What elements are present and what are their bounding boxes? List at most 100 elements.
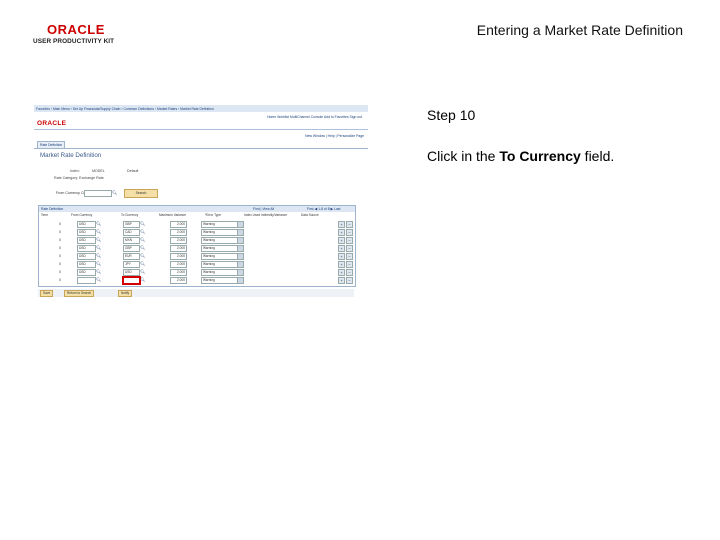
lookup-icon[interactable]: 🔍︎ <box>140 221 145 226</box>
to-currency-field[interactable]: GBP <box>123 221 140 228</box>
error-type-select[interactable]: Warning <box>201 253 244 260</box>
from-currency-field[interactable]: USD <box>77 237 96 244</box>
error-type-value: Warning <box>203 278 215 282</box>
lookup-icon[interactable]: 🔍︎ <box>140 261 145 266</box>
lookup-icon[interactable]: 🔍︎ <box>140 245 145 250</box>
max-variance-field[interactable]: 2.000 <box>170 269 187 276</box>
add-row-button[interactable]: + <box>338 261 345 268</box>
action-bar: Save Return to Search Notify <box>38 289 354 297</box>
delete-row-button[interactable]: − <box>346 237 353 244</box>
error-type-value: Warning <box>203 262 215 266</box>
lookup-icon[interactable]: 🔍︎ <box>96 269 101 274</box>
from-currency-search-input[interactable] <box>84 190 112 197</box>
table-row: 0 USD 🔍︎ MXN 🔍︎ 2.000 Warning + − <box>39 237 355 244</box>
add-row-button[interactable]: + <box>338 237 345 244</box>
max-variance-field[interactable]: 2.000 <box>170 229 187 236</box>
lookup-icon[interactable]: 🔍︎ <box>96 237 101 242</box>
col-error-type: *Error Type <box>205 213 222 217</box>
instruction-suffix: field. <box>580 148 615 164</box>
to-currency-field[interactable]: GBP <box>123 245 140 252</box>
max-variance-field[interactable]: 2.000 <box>170 221 187 228</box>
default-label: Default <box>127 169 139 173</box>
rate-definition-grid: Rate Definition Find | View All First ◀ … <box>38 205 356 287</box>
lookup-icon[interactable]: 🔍︎ <box>96 229 101 234</box>
to-currency-field[interactable]: USD <box>123 269 140 276</box>
to-currency-field[interactable]: CAD <box>123 229 140 236</box>
add-row-button[interactable]: + <box>338 221 345 228</box>
page-links[interactable]: New Window | Help | Personalize Page <box>305 134 364 138</box>
grid-find-links[interactable]: Find | View All <box>253 207 274 211</box>
return-to-search-button[interactable]: Return to Search <box>64 290 95 297</box>
error-type-select[interactable]: Warning <box>201 245 244 252</box>
mini-page-heading: Market Rate Definition <box>40 152 102 159</box>
delete-row-button[interactable]: − <box>346 221 353 228</box>
page-title: Entering a Market Rate Definition <box>476 22 683 38</box>
max-variance-field[interactable]: 2.000 <box>170 277 187 284</box>
lookup-icon[interactable]: 🔍︎ <box>96 245 101 250</box>
step-title: Step 10 <box>427 107 476 123</box>
term-cell: 0 <box>59 230 61 234</box>
error-type-select[interactable]: Warning <box>201 237 244 244</box>
target-field-highlight <box>122 276 141 285</box>
error-type-select[interactable]: Warning <box>201 221 244 228</box>
add-row-button[interactable]: + <box>338 253 345 260</box>
lookup-icon[interactable]: 🔍︎ <box>96 277 101 282</box>
from-currency-field[interactable]: USD <box>77 253 96 260</box>
error-type-select[interactable]: Warning <box>201 229 244 236</box>
add-row-button[interactable]: + <box>338 229 345 236</box>
lookup-icon[interactable]: 🔍︎ <box>96 221 101 226</box>
delete-row-button[interactable]: − <box>346 253 353 260</box>
to-currency-field[interactable]: JPY <box>123 261 140 268</box>
from-currency-field[interactable]: USD <box>77 245 96 252</box>
max-variance-field[interactable]: 2.000 <box>170 253 187 260</box>
term-cell: 0 <box>59 254 61 258</box>
lookup-icon[interactable]: 🔍︎ <box>140 237 145 242</box>
max-variance-field[interactable]: 2.000 <box>170 261 187 268</box>
lookup-icon[interactable]: 🔍︎ <box>112 190 117 195</box>
error-type-value: Warning <box>203 230 215 234</box>
from-currency-field[interactable]: USD <box>77 221 96 228</box>
table-row: 0 USD 🔍︎ CAD 🔍︎ 2.000 Warning + − <box>39 229 355 236</box>
error-type-value: Warning <box>203 270 215 274</box>
to-currency-field[interactable]: EUR <box>123 253 140 260</box>
search-button[interactable]: Search <box>124 189 158 198</box>
index-value: MODEL <box>92 169 105 173</box>
delete-row-button[interactable]: − <box>346 277 353 284</box>
error-type-select[interactable]: Warning <box>201 261 244 268</box>
delete-row-button[interactable]: − <box>346 261 353 268</box>
save-button[interactable]: Save <box>40 290 54 297</box>
chevron-down-icon <box>237 254 243 259</box>
lookup-icon[interactable]: 🔍︎ <box>96 253 101 258</box>
grid-pagination[interactable]: First ◀ 1-8 of 8 ▶ Last <box>307 207 340 211</box>
from-currency-field[interactable] <box>77 277 96 284</box>
error-type-select[interactable]: Warning <box>201 269 244 276</box>
lookup-icon[interactable]: 🔍︎ <box>140 253 145 258</box>
lookup-icon[interactable]: 🔍︎ <box>140 277 145 282</box>
add-row-button[interactable]: + <box>338 277 345 284</box>
to-currency-field[interactable]: MXN <box>123 237 140 244</box>
chevron-down-icon <box>237 238 243 243</box>
table-row: 0 USD 🔍︎ GBP 🔍︎ 2.000 Warning + − <box>39 245 355 252</box>
delete-row-button[interactable]: − <box>346 245 353 252</box>
max-variance-field[interactable]: 2.000 <box>170 237 187 244</box>
from-currency-field[interactable]: USD <box>77 261 96 268</box>
from-currency-field[interactable]: USD <box>77 269 96 276</box>
term-cell: 0 <box>59 246 61 250</box>
breadcrumb[interactable]: Favorites › Main Menu › Set Up Financial… <box>36 107 214 111</box>
col-max-variance: Maximum Variance <box>159 213 187 217</box>
notify-button[interactable]: Notify <box>118 290 133 297</box>
delete-row-button[interactable]: − <box>346 229 353 236</box>
delete-row-button[interactable]: − <box>346 269 353 276</box>
error-type-select[interactable]: Warning <box>201 277 244 284</box>
from-currency-field[interactable]: USD <box>77 229 96 236</box>
add-row-button[interactable]: + <box>338 245 345 252</box>
universal-nav-links[interactable]: Home Worklist MultiChannel Console Add t… <box>267 115 362 119</box>
max-variance-field[interactable]: 2.000 <box>170 245 187 252</box>
lookup-icon[interactable]: 🔍︎ <box>140 269 145 274</box>
error-type-value: Warning <box>203 222 215 226</box>
table-row: 0 🔍︎ 🔍︎ 2.000 Warning + − <box>39 276 355 285</box>
lookup-icon[interactable]: 🔍︎ <box>96 261 101 266</box>
tab-rate-definition[interactable]: Rate Definition <box>37 141 66 148</box>
add-row-button[interactable]: + <box>338 269 345 276</box>
lookup-icon[interactable]: 🔍︎ <box>140 229 145 234</box>
